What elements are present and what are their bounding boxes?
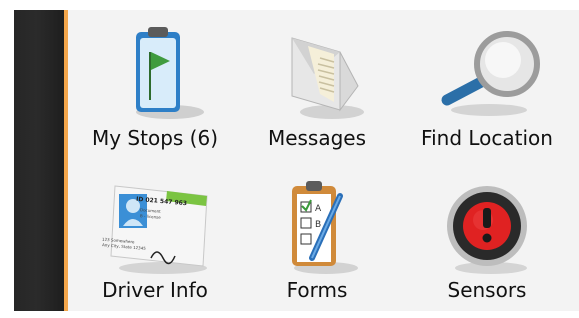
menu-tile-my-stops[interactable]: My Stops (6) xyxy=(80,14,230,164)
envelope-icon xyxy=(291,37,364,119)
menu-label-my-stops: My Stops (6) xyxy=(91,126,219,150)
menu-label-messages: Messages xyxy=(267,126,367,150)
menu-tile-driver-info[interactable]: ID 021 547 963 Document B - license 123 … xyxy=(80,168,230,318)
menu-tile-messages[interactable]: Messages xyxy=(242,14,392,164)
menu-label-sensors: Sensors xyxy=(447,278,527,302)
id-card-icon: ID 021 547 963 Document B - license 123 … xyxy=(80,178,230,278)
checklist-clipboard-icon: A B xyxy=(292,181,358,274)
menu-label-find-location: Find Location xyxy=(421,126,553,150)
menu-label-forms: Forms xyxy=(286,278,348,302)
menu-tile-find-location[interactable]: Find Location xyxy=(412,14,562,164)
alert-gauge-icon xyxy=(447,186,527,274)
svg-text:A: A xyxy=(315,204,322,214)
menu-tile-forms[interactable]: A B Forms xyxy=(242,168,392,318)
magnifier-icon xyxy=(441,31,540,116)
menu-tile-sensors[interactable]: Sensors xyxy=(412,168,562,318)
menu-label-driver-info: Driver Info xyxy=(102,278,208,302)
clipboard-flag-icon xyxy=(136,27,204,119)
sidebar xyxy=(14,10,64,311)
svg-text:B: B xyxy=(315,220,321,230)
